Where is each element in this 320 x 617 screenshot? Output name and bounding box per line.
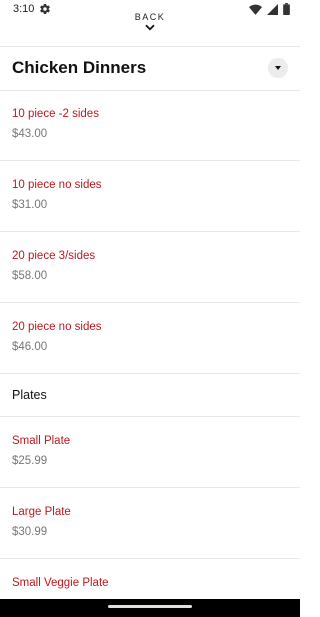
item-name: 20 piece 3/sides [12,250,96,262]
subsection-header: Plates [0,374,300,417]
item-name: Small Veggie Plate [12,577,109,589]
back-button[interactable]: BACK [0,12,300,40]
item-name: Small Plate [12,435,71,447]
item-price: $25.99 [12,455,48,467]
section-title: Chicken Dinners [12,58,147,77]
subsection-title: Plates [12,388,47,402]
item-name: 10 piece -2 sides [12,108,99,120]
menu-item[interactable]: 10 piece no sides $31.00 [0,161,300,232]
section-header: Chicken Dinners [0,47,300,90]
item-name: 20 piece no sides [12,321,102,333]
item-name: 10 piece no sides [12,179,102,191]
menu-item[interactable]: 20 piece 3/sides $58.00 [0,232,300,303]
item-price: $30.99 [12,526,48,538]
item-price: $31.00 [12,199,48,211]
menu-item[interactable]: Large Plate $30.99 [0,488,300,559]
collapse-button[interactable] [268,58,288,78]
item-price: $46.00 [12,341,48,353]
home-handle[interactable] [108,605,192,608]
menu-item[interactable]: 10 piece -2 sides $43.00 [0,90,300,161]
navigation-bar [0,599,300,617]
menu-item[interactable]: 20 piece no sides $46.00 [0,303,300,374]
menu-item[interactable]: Small Plate $25.99 [0,417,300,488]
back-label: BACK [134,12,166,22]
item-name: Large Plate [12,506,71,518]
chevron-down-icon [145,24,155,31]
caret-down-icon [275,66,281,70]
item-price: $43.00 [12,128,48,140]
menu-list: 10 piece -2 sides $43.00 10 piece no sid… [0,90,300,374]
item-price: $58.00 [12,270,48,282]
menu-list: Small Plate $25.99 Large Plate $30.99 Sm… [0,417,300,617]
